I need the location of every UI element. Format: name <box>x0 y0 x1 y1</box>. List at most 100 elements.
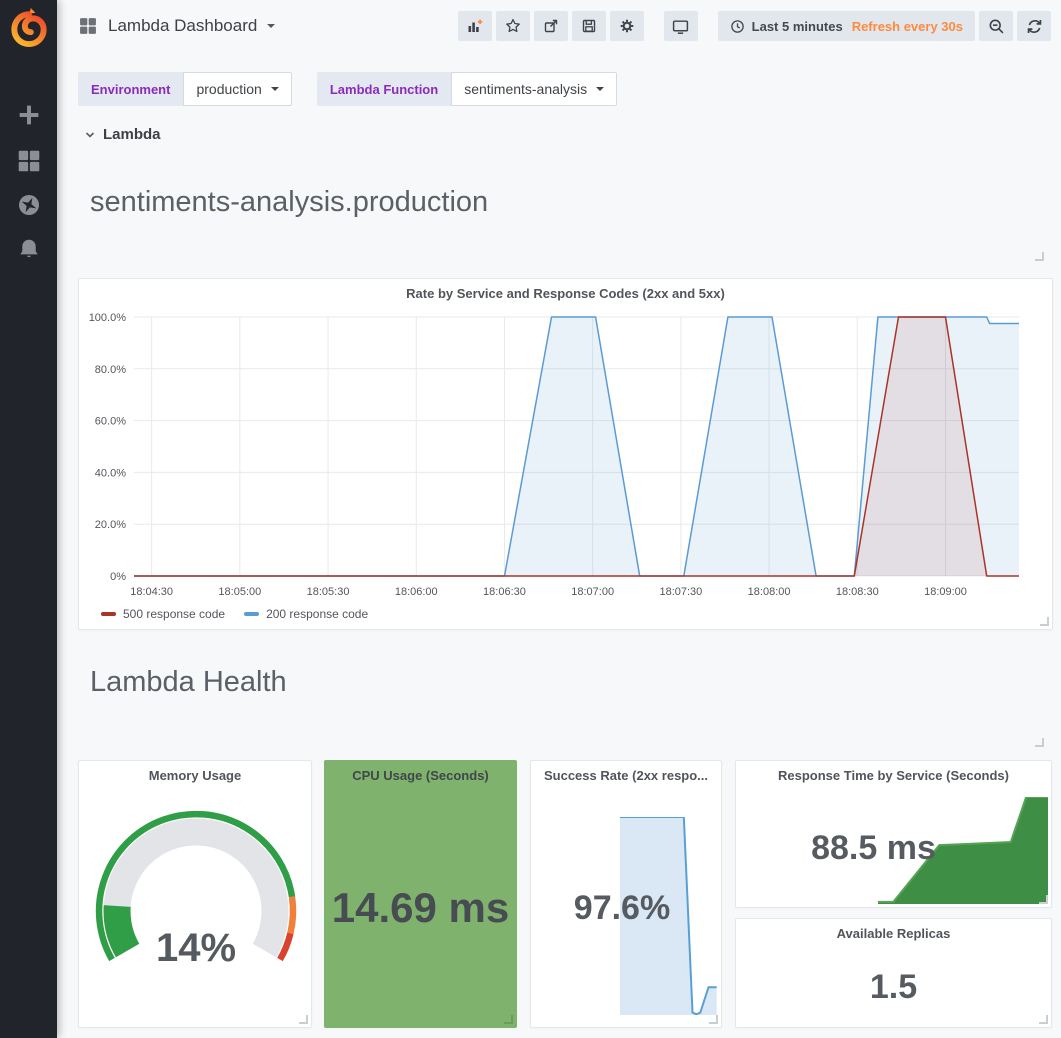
gauge-svg: 14% <box>80 793 312 1021</box>
panel-rate-by-service: Rate by Service and Response Codes (2xx … <box>78 278 1053 630</box>
legend-label: 500 response code <box>123 607 225 621</box>
x-axis-tick: 18:08:30 <box>836 586 879 598</box>
filter-environment-selected: production <box>196 81 261 97</box>
x-axis-tick: 18:08:00 <box>748 586 791 598</box>
chart-legend: 500 response code 200 response code <box>101 607 368 621</box>
resize-handle-icon[interactable] <box>299 1015 308 1024</box>
panel-title[interactable]: Response Time by Service (Seconds) <box>736 761 1051 789</box>
x-axis-tick: 18:09:00 <box>924 586 967 598</box>
rate-chart-plot[interactable]: 0% 20.0% 40.0% 60.0% 80.0% 100.0% 18:04:30 18:0… <box>79 307 1052 604</box>
panel-response-time: Response Time by Service (Seconds) 88.5 … <box>735 760 1052 908</box>
alerting-button[interactable] <box>0 236 57 262</box>
save-icon <box>581 18 597 34</box>
alerting-bell-icon <box>16 236 42 262</box>
time-range-button[interactable]: Last 5 minutes Refresh every 30s <box>718 11 975 41</box>
legend-swatch <box>101 612 116 616</box>
refresh-button[interactable] <box>1017 11 1051 41</box>
row-lambda-title: Lambda <box>103 126 161 143</box>
function-name-text-panel: sentiments-analysis.production <box>90 186 488 219</box>
grafana-app: Lambda Dashboard <box>0 0 1061 1038</box>
panel-available-replicas: Available Replicas 1.5 <box>735 918 1052 1028</box>
x-axis-tick: 18:07:00 <box>571 586 614 598</box>
tv-mode-button[interactable] <box>664 11 698 41</box>
sidebar <box>0 0 57 1038</box>
y-axis-tick: 80.0% <box>95 364 126 376</box>
chevron-down-icon <box>271 87 279 91</box>
add-panel-button[interactable] <box>458 11 492 41</box>
resize-handle-icon[interactable] <box>1040 617 1049 626</box>
legend-item[interactable]: 500 response code <box>101 607 225 621</box>
dashboards-button[interactable] <box>0 148 57 174</box>
settings-button[interactable] <box>610 11 644 41</box>
resize-handle-icon[interactable] <box>1035 738 1044 747</box>
refresh-interval-label: Refresh every 30s <box>852 19 963 34</box>
panel-title[interactable]: Available Replicas <box>736 919 1051 947</box>
monitor-icon <box>672 18 689 35</box>
add-panel-icon <box>466 18 484 35</box>
grafana-logo[interactable] <box>7 6 51 50</box>
dashboard-main: Lambda Dashboard <box>57 0 1061 1038</box>
success-rate-value: 97.6% <box>531 789 721 1027</box>
legend-swatch <box>244 612 259 616</box>
y-axis-tick: 20.0% <box>95 519 126 531</box>
panel-success-rate: Success Rate (2xx respo... 97.6% <box>530 760 722 1028</box>
response-time-value: 88.5 ms <box>736 789 1051 907</box>
y-axis-tick: 100.0% <box>89 312 127 324</box>
legend-label: 200 response code <box>266 607 368 621</box>
legend-item[interactable]: 200 response code <box>244 607 368 621</box>
filter-environment: Environment production <box>78 72 292 106</box>
panel-title[interactable]: CPU Usage (Seconds) <box>325 761 516 789</box>
health-heading-text-panel: Lambda Health <box>90 666 287 699</box>
chevron-down-icon <box>596 87 604 91</box>
gauge-value: 14% <box>156 926 236 970</box>
x-axis-tick: 18:07:30 <box>659 586 702 598</box>
template-variables-row: Environment production Lambda Function s… <box>78 72 642 106</box>
memory-gauge: 14% <box>80 793 312 1026</box>
explore-compass-icon <box>16 192 42 218</box>
x-axis-tick: 18:05:00 <box>218 586 261 598</box>
star-icon <box>505 18 521 34</box>
filter-lambda-function: Lambda Function sentiments-analysis <box>317 72 617 106</box>
chevron-down-icon <box>267 24 275 28</box>
panel-title[interactable]: Memory Usage <box>79 761 311 789</box>
star-button[interactable] <box>496 11 530 41</box>
y-axis-tick: 60.0% <box>95 416 126 428</box>
chevron-down-icon <box>84 129 96 141</box>
share-button[interactable] <box>534 11 568 41</box>
dashboards-grid-icon <box>16 148 42 174</box>
panel-memory-usage: Memory Usage 14% <box>78 760 312 1028</box>
filter-lambda-function-label: Lambda Function <box>317 72 451 106</box>
time-range-label: Last 5 minutes <box>752 19 843 34</box>
filter-lambda-function-value[interactable]: sentiments-analysis <box>451 72 617 106</box>
x-axis-tick: 18:06:30 <box>483 586 526 598</box>
save-button[interactable] <box>572 11 606 41</box>
cpu-usage-value: 14.69 ms <box>325 789 516 1027</box>
panel-title[interactable]: Rate by Service and Response Codes (2xx … <box>79 279 1052 307</box>
gear-icon <box>619 18 635 34</box>
dashboard-grid-icon <box>78 16 98 36</box>
x-axis-tick: 18:04:30 <box>130 586 173 598</box>
available-replicas-value: 1.5 <box>736 947 1051 1027</box>
dashboard-header: Lambda Dashboard <box>57 0 1061 52</box>
dashboard-title[interactable]: Lambda Dashboard <box>108 16 257 36</box>
zoom-out-icon <box>988 18 1005 35</box>
filter-environment-label: Environment <box>78 72 183 106</box>
share-icon <box>543 18 559 34</box>
plus-icon <box>15 101 43 129</box>
y-axis-tick: 40.0% <box>95 467 126 479</box>
grafana-flame-icon <box>7 6 51 50</box>
explore-button[interactable] <box>0 192 57 218</box>
resize-handle-icon[interactable] <box>1035 252 1044 261</box>
y-axis-tick: 0% <box>110 571 126 583</box>
x-axis-tick: 18:05:30 <box>307 586 350 598</box>
x-axis-tick: 18:06:00 <box>395 586 438 598</box>
row-lambda-toggle[interactable]: Lambda <box>84 126 161 143</box>
filter-environment-value[interactable]: production <box>183 72 291 106</box>
refresh-icon <box>1026 18 1043 35</box>
clock-icon <box>730 19 745 34</box>
zoom-out-button[interactable] <box>979 11 1013 41</box>
panel-cpu-usage: CPU Usage (Seconds) 14.69 ms <box>324 760 517 1028</box>
create-button[interactable] <box>0 101 57 129</box>
filter-lambda-function-selected: sentiments-analysis <box>464 81 587 97</box>
panel-title[interactable]: Success Rate (2xx respo... <box>531 761 721 789</box>
